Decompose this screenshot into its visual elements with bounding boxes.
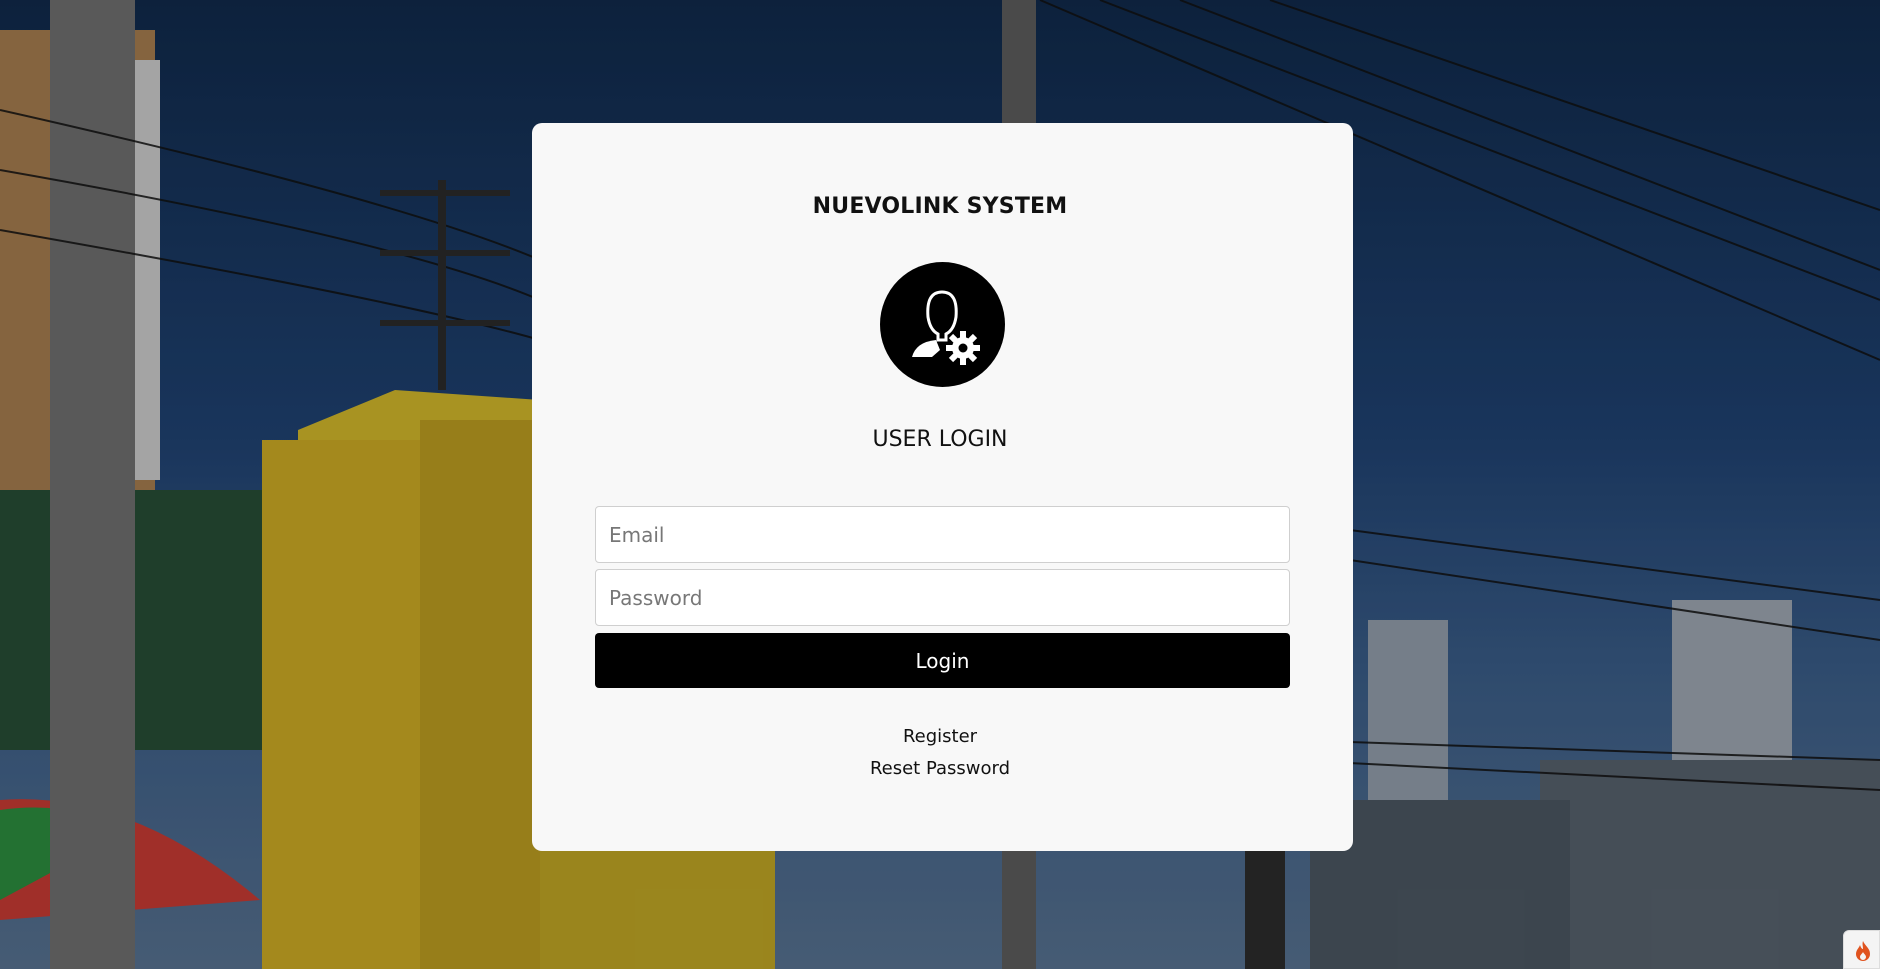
- login-button[interactable]: Login: [595, 633, 1290, 688]
- corner-widget[interactable]: [1843, 930, 1880, 969]
- email-input[interactable]: [595, 506, 1290, 563]
- flame-icon: [1856, 941, 1870, 961]
- password-input[interactable]: [595, 569, 1290, 626]
- reset-password-link[interactable]: Reset Password: [870, 758, 1010, 779]
- register-link[interactable]: Register: [903, 726, 977, 747]
- reset-password-link-row: Reset Password: [0, 758, 1880, 779]
- register-link-row: Register: [0, 726, 1880, 747]
- system-title: NUEVOLINK SYSTEM: [812, 194, 1068, 219]
- login-heading: USER LOGIN: [872, 427, 1008, 452]
- user-settings-icon: [880, 262, 1005, 387]
